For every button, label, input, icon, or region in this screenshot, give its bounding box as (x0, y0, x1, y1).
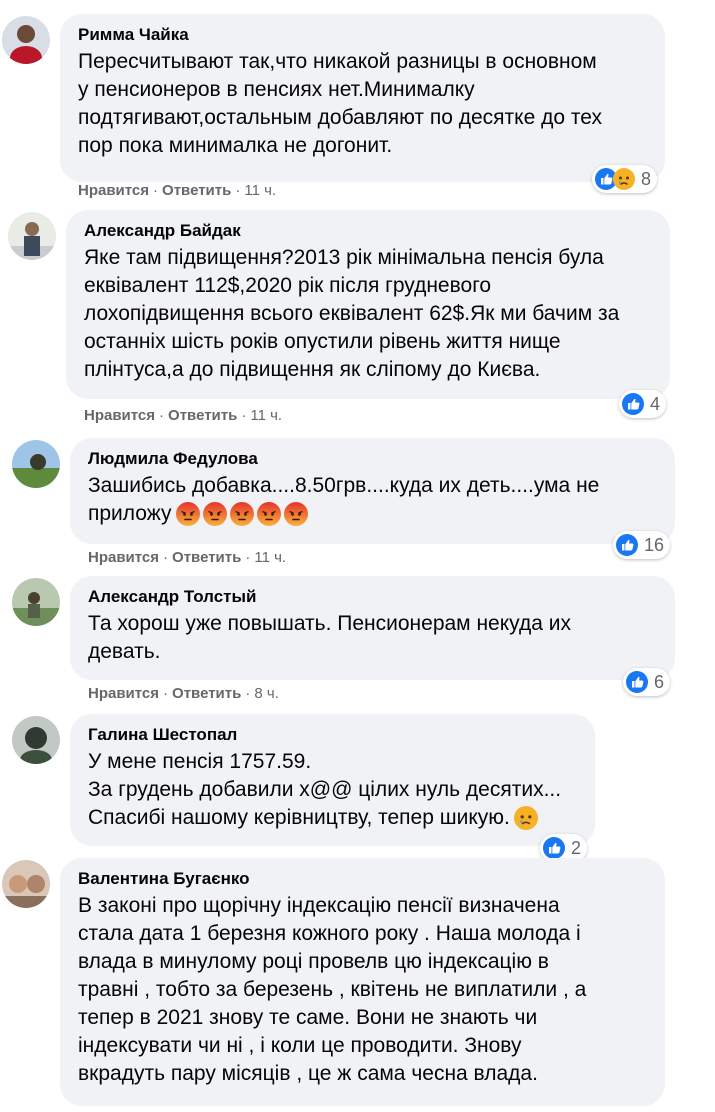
reply-button[interactable]: Ответить (172, 685, 241, 702)
reply-button[interactable]: Ответить (172, 549, 241, 566)
reply-button[interactable]: Ответить (162, 182, 231, 199)
avatar[interactable] (2, 860, 50, 908)
like-button[interactable]: Нравится (78, 182, 149, 199)
comment-timestamp[interactable]: 11 ч. (250, 407, 282, 424)
comment-actions: Нравится · Ответить · 11 ч. (78, 182, 277, 199)
reaction-count: 6 (654, 671, 665, 692)
comment-timestamp[interactable]: 11 ч. (244, 182, 276, 199)
avatar[interactable] (12, 440, 60, 488)
like-icon (616, 534, 638, 556)
reaction-count: 8 (641, 168, 652, 189)
comment-author[interactable]: Александр Толстый (88, 586, 657, 608)
comment-author[interactable]: Римма Чайка (78, 24, 647, 46)
comment-text-content: У мене пенсія 1757.59. За грудень добави… (88, 750, 562, 829)
like-icon (622, 393, 644, 415)
avatar[interactable] (8, 212, 56, 260)
comment-author[interactable]: Валентина Бугаєнко (78, 868, 647, 890)
comment-bubble: Александр Толстый Та хорош уже повышать.… (70, 576, 675, 680)
comment-author[interactable]: Людмила Федулова (88, 448, 657, 470)
comment-timestamp[interactable]: 11 ч. (254, 549, 286, 566)
comment-bubble: Галина Шестопал У мене пенсія 1757.59. З… (70, 714, 595, 846)
comment-bubble: Александр Байдак Яке там підвищення?2013… (66, 210, 670, 399)
comment-text-content: Зашибись добавка....8.50грв....куда их д… (88, 474, 600, 525)
reaction-summary[interactable]: 4 (619, 390, 667, 418)
comment-text: Зашибись добавка....8.50грв....куда их д… (88, 472, 657, 528)
reaction-summary[interactable]: 8 (592, 165, 658, 193)
angry-emoji (256, 502, 281, 527)
emoji-row (513, 806, 538, 831)
angry-emoji (202, 502, 227, 527)
comment-timestamp[interactable]: 8 ч. (254, 685, 279, 702)
comment-actions: Нравится · Ответить · 11 ч. (84, 407, 283, 424)
angry-emoji (229, 502, 254, 527)
comment-bubble: Людмила Федулова Зашибись добавка....8.5… (70, 438, 675, 544)
comment-text: В законі про щорічну індексацію пенсії в… (78, 894, 587, 1085)
like-icon (626, 671, 648, 693)
avatar[interactable] (2, 16, 50, 64)
comment-author[interactable]: Галина Шестопал (88, 724, 577, 746)
comment-bubble: Валентина Бугаєнко В законі про щорічну … (60, 858, 665, 1106)
sad-emoji (513, 806, 538, 831)
sad-icon (613, 168, 635, 190)
reply-button[interactable]: Ответить (168, 407, 237, 424)
comment-actions: Нравится · Ответить · 11 ч. (88, 549, 287, 566)
like-button[interactable]: Нравится (88, 685, 159, 702)
reaction-count: 4 (650, 393, 661, 414)
like-button[interactable]: Нравится (88, 549, 159, 566)
like-icon (543, 837, 565, 859)
comment-text: Яке там підвищення?2013 рік мінімальна п… (84, 246, 620, 381)
comment-bubble: Римма Чайка Пересчитывают так,что никако… (60, 14, 665, 182)
like-button[interactable]: Нравится (84, 407, 155, 424)
reaction-summary[interactable]: 16 (613, 531, 671, 559)
avatar[interactable] (12, 578, 60, 626)
comment-text: Пересчитывают так,что никакой разницы в … (78, 50, 602, 157)
reaction-count: 16 (644, 534, 665, 555)
reaction-count: 2 (571, 837, 582, 858)
comment-actions: Нравится · Ответить · 8 ч. (88, 685, 279, 702)
comment-text: Та хорош уже повышать. Пенсионерам некуд… (88, 612, 571, 663)
angry-emoji (175, 502, 200, 527)
comment-text: У мене пенсія 1757.59. За грудень добави… (88, 748, 577, 832)
reaction-summary[interactable]: 6 (623, 668, 671, 696)
emoji-row (175, 502, 308, 527)
comment-author[interactable]: Александр Байдак (84, 220, 652, 242)
angry-emoji (283, 502, 308, 527)
avatar[interactable] (12, 716, 60, 764)
